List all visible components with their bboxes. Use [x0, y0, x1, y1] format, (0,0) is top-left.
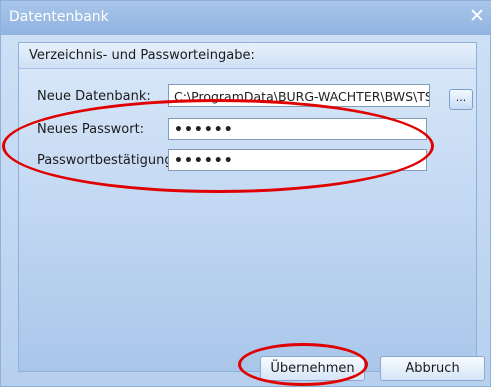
annotation-ellipse-apply	[238, 343, 368, 386]
annotation-ellipse-passwords	[2, 99, 434, 193]
title-bar: Datentenbank ✕	[1, 1, 491, 35]
dialog-window: Datentenbank ✕ Verzeichnis- und Passwort…	[0, 0, 491, 387]
group-title: Verzeichnis- und Passworteingabe:	[29, 48, 255, 63]
browse-button[interactable]: ...	[449, 89, 473, 110]
group-header: Verzeichnis- und Passworteingabe:	[19, 43, 476, 69]
cancel-button[interactable]: Abbruch	[380, 356, 485, 381]
close-icon[interactable]: ✕	[466, 5, 488, 27]
window-title: Datentenbank	[9, 9, 109, 25]
